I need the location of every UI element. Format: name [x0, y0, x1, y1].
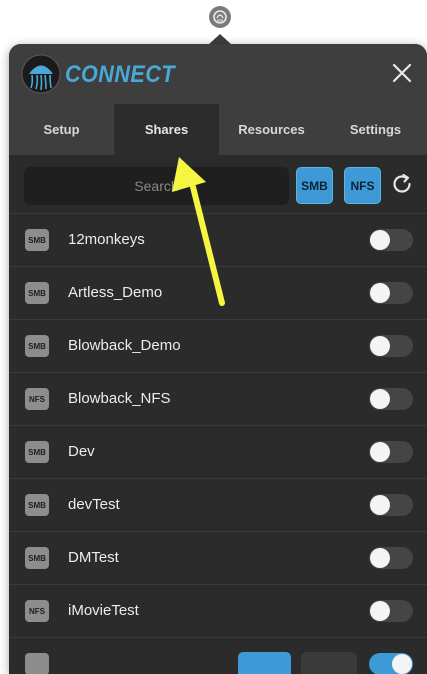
share-name: Dev: [68, 443, 95, 460]
share-row: SMB Blowback_Demo: [9, 320, 427, 373]
menubar-glyph-icon: [213, 10, 227, 24]
share-name: iMovieTest: [68, 602, 139, 619]
toggle-knob: [370, 548, 390, 568]
share-toggle[interactable]: [369, 229, 413, 251]
toggle-knob: [370, 230, 390, 250]
share-name: Artless_Demo: [68, 284, 163, 301]
share-type-icon: SMB: [25, 229, 49, 251]
refresh-icon[interactable]: [390, 172, 414, 196]
share-name: DMTest: [68, 549, 119, 566]
toggle-knob: [370, 495, 390, 515]
connect-menubar-icon[interactable]: [209, 6, 231, 28]
row-secondary-button[interactable]: [301, 652, 357, 674]
share-toggle[interactable]: [369, 494, 413, 516]
row-action-button[interactable]: [238, 652, 291, 674]
share-row: SMB devTest: [9, 479, 427, 532]
share-toggle[interactable]: [369, 600, 413, 622]
search-input[interactable]: [24, 167, 289, 205]
jellyfish-logo-icon: [21, 54, 61, 94]
smb-filter-button[interactable]: SMB: [296, 167, 333, 204]
share-type-icon: SMB: [25, 547, 49, 569]
share-type-icon: NFS: [25, 600, 49, 622]
share-row: NFS iMovieTest: [9, 585, 427, 638]
share-name: Blowback_Demo: [68, 337, 181, 354]
share-toggle[interactable]: [369, 441, 413, 463]
toggle-knob: [370, 283, 390, 303]
shares-toolbar: SMB NFS: [9, 155, 427, 214]
connect-popover: CONNECT Setup Shares Resources Settings …: [9, 44, 427, 674]
toggle-knob: [370, 336, 390, 356]
share-toggle[interactable]: [369, 335, 413, 357]
share-toggle[interactable]: [369, 547, 413, 569]
app-title: CONNECT: [65, 61, 175, 88]
share-toggle[interactable]: [369, 388, 413, 410]
share-type-icon: SMB: [25, 335, 49, 357]
tab-resources[interactable]: Resources: [219, 104, 324, 155]
share-row-partial: [9, 638, 427, 674]
toggle-knob: [370, 601, 390, 621]
share-name: Blowback_NFS: [68, 390, 171, 407]
share-row: SMB DMTest: [9, 532, 427, 585]
share-list: SMB 12monkeys SMB Artless_Demo SMB Blowb…: [9, 214, 427, 674]
popover-header: CONNECT: [9, 44, 427, 104]
share-row: SMB 12monkeys: [9, 214, 427, 267]
toggle-knob: [370, 389, 390, 409]
toggle-knob: [392, 654, 412, 674]
share-toggle[interactable]: [369, 653, 413, 674]
tab-bar: Setup Shares Resources Settings: [9, 104, 427, 155]
tab-shares[interactable]: Shares: [114, 104, 219, 155]
share-toggle[interactable]: [369, 282, 413, 304]
share-name: devTest: [68, 496, 120, 513]
nfs-filter-button[interactable]: NFS: [344, 167, 381, 204]
tab-settings[interactable]: Settings: [324, 104, 427, 155]
toggle-knob: [370, 442, 390, 462]
share-row: NFS Blowback_NFS: [9, 373, 427, 426]
share-row: SMB Artless_Demo: [9, 267, 427, 320]
share-type-icon: SMB: [25, 441, 49, 463]
close-icon[interactable]: [391, 62, 413, 84]
tab-setup[interactable]: Setup: [9, 104, 114, 155]
share-type-icon: SMB: [25, 494, 49, 516]
share-type-icon-partial: [25, 653, 49, 674]
share-row: SMB Dev: [9, 426, 427, 479]
share-type-icon: NFS: [25, 388, 49, 410]
share-name: 12monkeys: [68, 231, 145, 248]
share-type-icon: SMB: [25, 282, 49, 304]
